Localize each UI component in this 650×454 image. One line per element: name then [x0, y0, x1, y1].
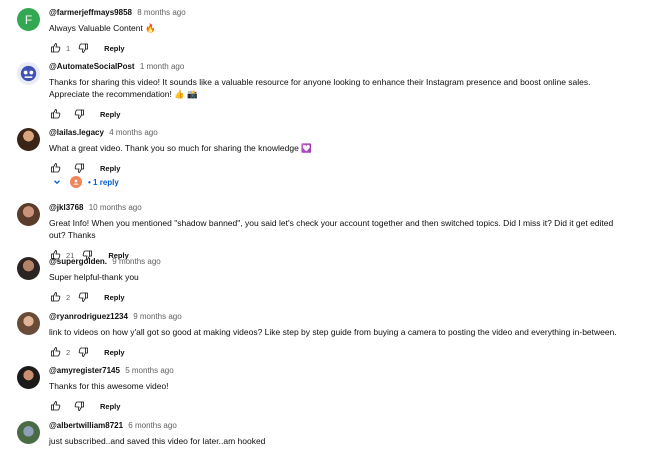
like-count: 2 — [66, 347, 71, 357]
view-replies-button[interactable]: • 1 reply — [52, 176, 119, 188]
timestamp[interactable]: 9 months ago — [112, 257, 160, 266]
timestamp[interactable]: 9 months ago — [133, 312, 181, 321]
thumb-up-icon[interactable] — [49, 290, 63, 304]
comment-header: @lailas.legacy 4 months ago — [49, 128, 629, 138]
comment-text: Great Info! When you mentioned "shadow b… — [49, 218, 614, 240]
thumb-down-icon[interactable] — [76, 345, 90, 359]
avatar[interactable] — [17, 62, 40, 85]
comment-body: @amyregister7145 5 months ago Thanks for… — [49, 366, 629, 413]
reply-button[interactable]: Reply — [100, 110, 120, 119]
comment-body: @ryanrodriguez1234 9 months ago link to … — [49, 312, 629, 359]
avatar[interactable]: F — [17, 8, 40, 31]
comment-list: F @farmerjeffmays9858 8 months ago Alway… — [0, 0, 650, 454]
avatar[interactable] — [17, 366, 40, 389]
thumb-down-icon[interactable] — [76, 290, 90, 304]
comment-actions: 2 Reply — [49, 290, 629, 304]
thumb-down-icon[interactable] — [76, 41, 90, 55]
like-count: 1 — [66, 43, 71, 53]
comment-actions: Reply — [49, 107, 629, 121]
comment-text: link to videos on how y'all got so good … — [49, 327, 617, 337]
author-name[interactable]: @amyregister7145 — [49, 366, 120, 375]
thumb-up-icon[interactable] — [49, 41, 63, 55]
replies-label: • 1 reply — [88, 177, 119, 187]
timestamp[interactable]: 1 month ago — [140, 62, 184, 71]
reply-author-avatar — [70, 176, 82, 188]
chevron-down-icon — [54, 180, 60, 185]
timestamp[interactable]: 8 months ago — [137, 8, 185, 17]
timestamp[interactable]: 10 months ago — [89, 203, 142, 212]
reply-button[interactable]: Reply — [104, 348, 124, 357]
user-icon — [73, 179, 79, 185]
comment-actions: Reply — [49, 399, 629, 413]
comment-text: Thanks for sharing this video! It sounds… — [49, 77, 591, 99]
comment-actions: 2 Reply — [49, 345, 629, 359]
like-count: 2 — [66, 292, 71, 302]
author-name[interactable]: @ryanrodriguez1234 — [49, 312, 128, 321]
thumb-up-icon[interactable] — [49, 161, 63, 175]
avatar[interactable] — [17, 203, 40, 226]
comment-actions: 1 Reply — [49, 41, 629, 55]
comment-body: @supergolden. 9 months ago Super helpful… — [49, 257, 629, 304]
avatar[interactable] — [17, 128, 40, 151]
comment-header: @AutomateSocialPost 1 month ago — [49, 62, 629, 72]
comment-body: @albertwilliam8721 6 months ago just sub… — [49, 421, 629, 447]
reply-button[interactable]: Reply — [100, 402, 120, 411]
comment-body: @jkl3768 10 months ago Great Info! When … — [49, 203, 629, 262]
comment-text: What a great video. Thank you so much fo… — [49, 143, 312, 153]
author-name[interactable]: @jkl3768 — [49, 203, 84, 212]
author-name[interactable]: @farmerjeffmays9858 — [49, 8, 132, 17]
thumb-down-icon[interactable] — [72, 399, 86, 413]
thumb-down-icon[interactable] — [72, 107, 86, 121]
comment-header: @amyregister7145 5 months ago — [49, 366, 629, 376]
comment-header: @farmerjeffmays9858 8 months ago — [49, 8, 629, 18]
comment-text: just subscribed..and saved this video fo… — [49, 436, 266, 446]
timestamp[interactable]: 5 months ago — [125, 366, 173, 375]
avatar[interactable] — [17, 421, 40, 444]
comment-body: @lailas.legacy 4 months ago What a great… — [49, 128, 629, 175]
comment-text: Thanks for this awesome video! — [49, 381, 169, 391]
reply-button[interactable]: Reply — [104, 44, 124, 53]
comment-header: @albertwilliam8721 6 months ago — [49, 421, 629, 431]
thumb-up-icon[interactable] — [49, 107, 63, 121]
reply-button[interactable]: Reply — [100, 164, 120, 173]
thumb-up-icon[interactable] — [49, 399, 63, 413]
avatar[interactable] — [17, 312, 40, 335]
thumb-up-icon[interactable] — [49, 345, 63, 359]
author-name[interactable]: @lailas.legacy — [49, 128, 104, 137]
author-name[interactable]: @supergolden. — [49, 257, 107, 266]
comment-header: @ryanrodriguez1234 9 months ago — [49, 312, 629, 322]
thumb-down-icon[interactable] — [72, 161, 86, 175]
comment-text: Super helpful-thank you — [49, 272, 139, 282]
timestamp[interactable]: 4 months ago — [109, 128, 157, 137]
comment-header: @jkl3768 10 months ago — [49, 203, 629, 213]
author-name[interactable]: @albertwilliam8721 — [49, 421, 123, 430]
timestamp[interactable]: 6 months ago — [128, 421, 176, 430]
comment-actions: Reply — [49, 161, 629, 175]
comment-header: @supergolden. 9 months ago — [49, 257, 629, 267]
robot-icon — [20, 65, 37, 82]
comment-body: @farmerjeffmays9858 8 months ago Always … — [49, 8, 629, 55]
comment-body: @AutomateSocialPost 1 month ago Thanks f… — [49, 62, 629, 121]
avatar[interactable] — [17, 257, 40, 280]
comment-text: Always Valuable Content 🔥 — [49, 23, 156, 33]
reply-count: 1 reply — [93, 177, 119, 187]
author-name[interactable]: @AutomateSocialPost — [49, 62, 135, 71]
reply-button[interactable]: Reply — [104, 293, 124, 302]
